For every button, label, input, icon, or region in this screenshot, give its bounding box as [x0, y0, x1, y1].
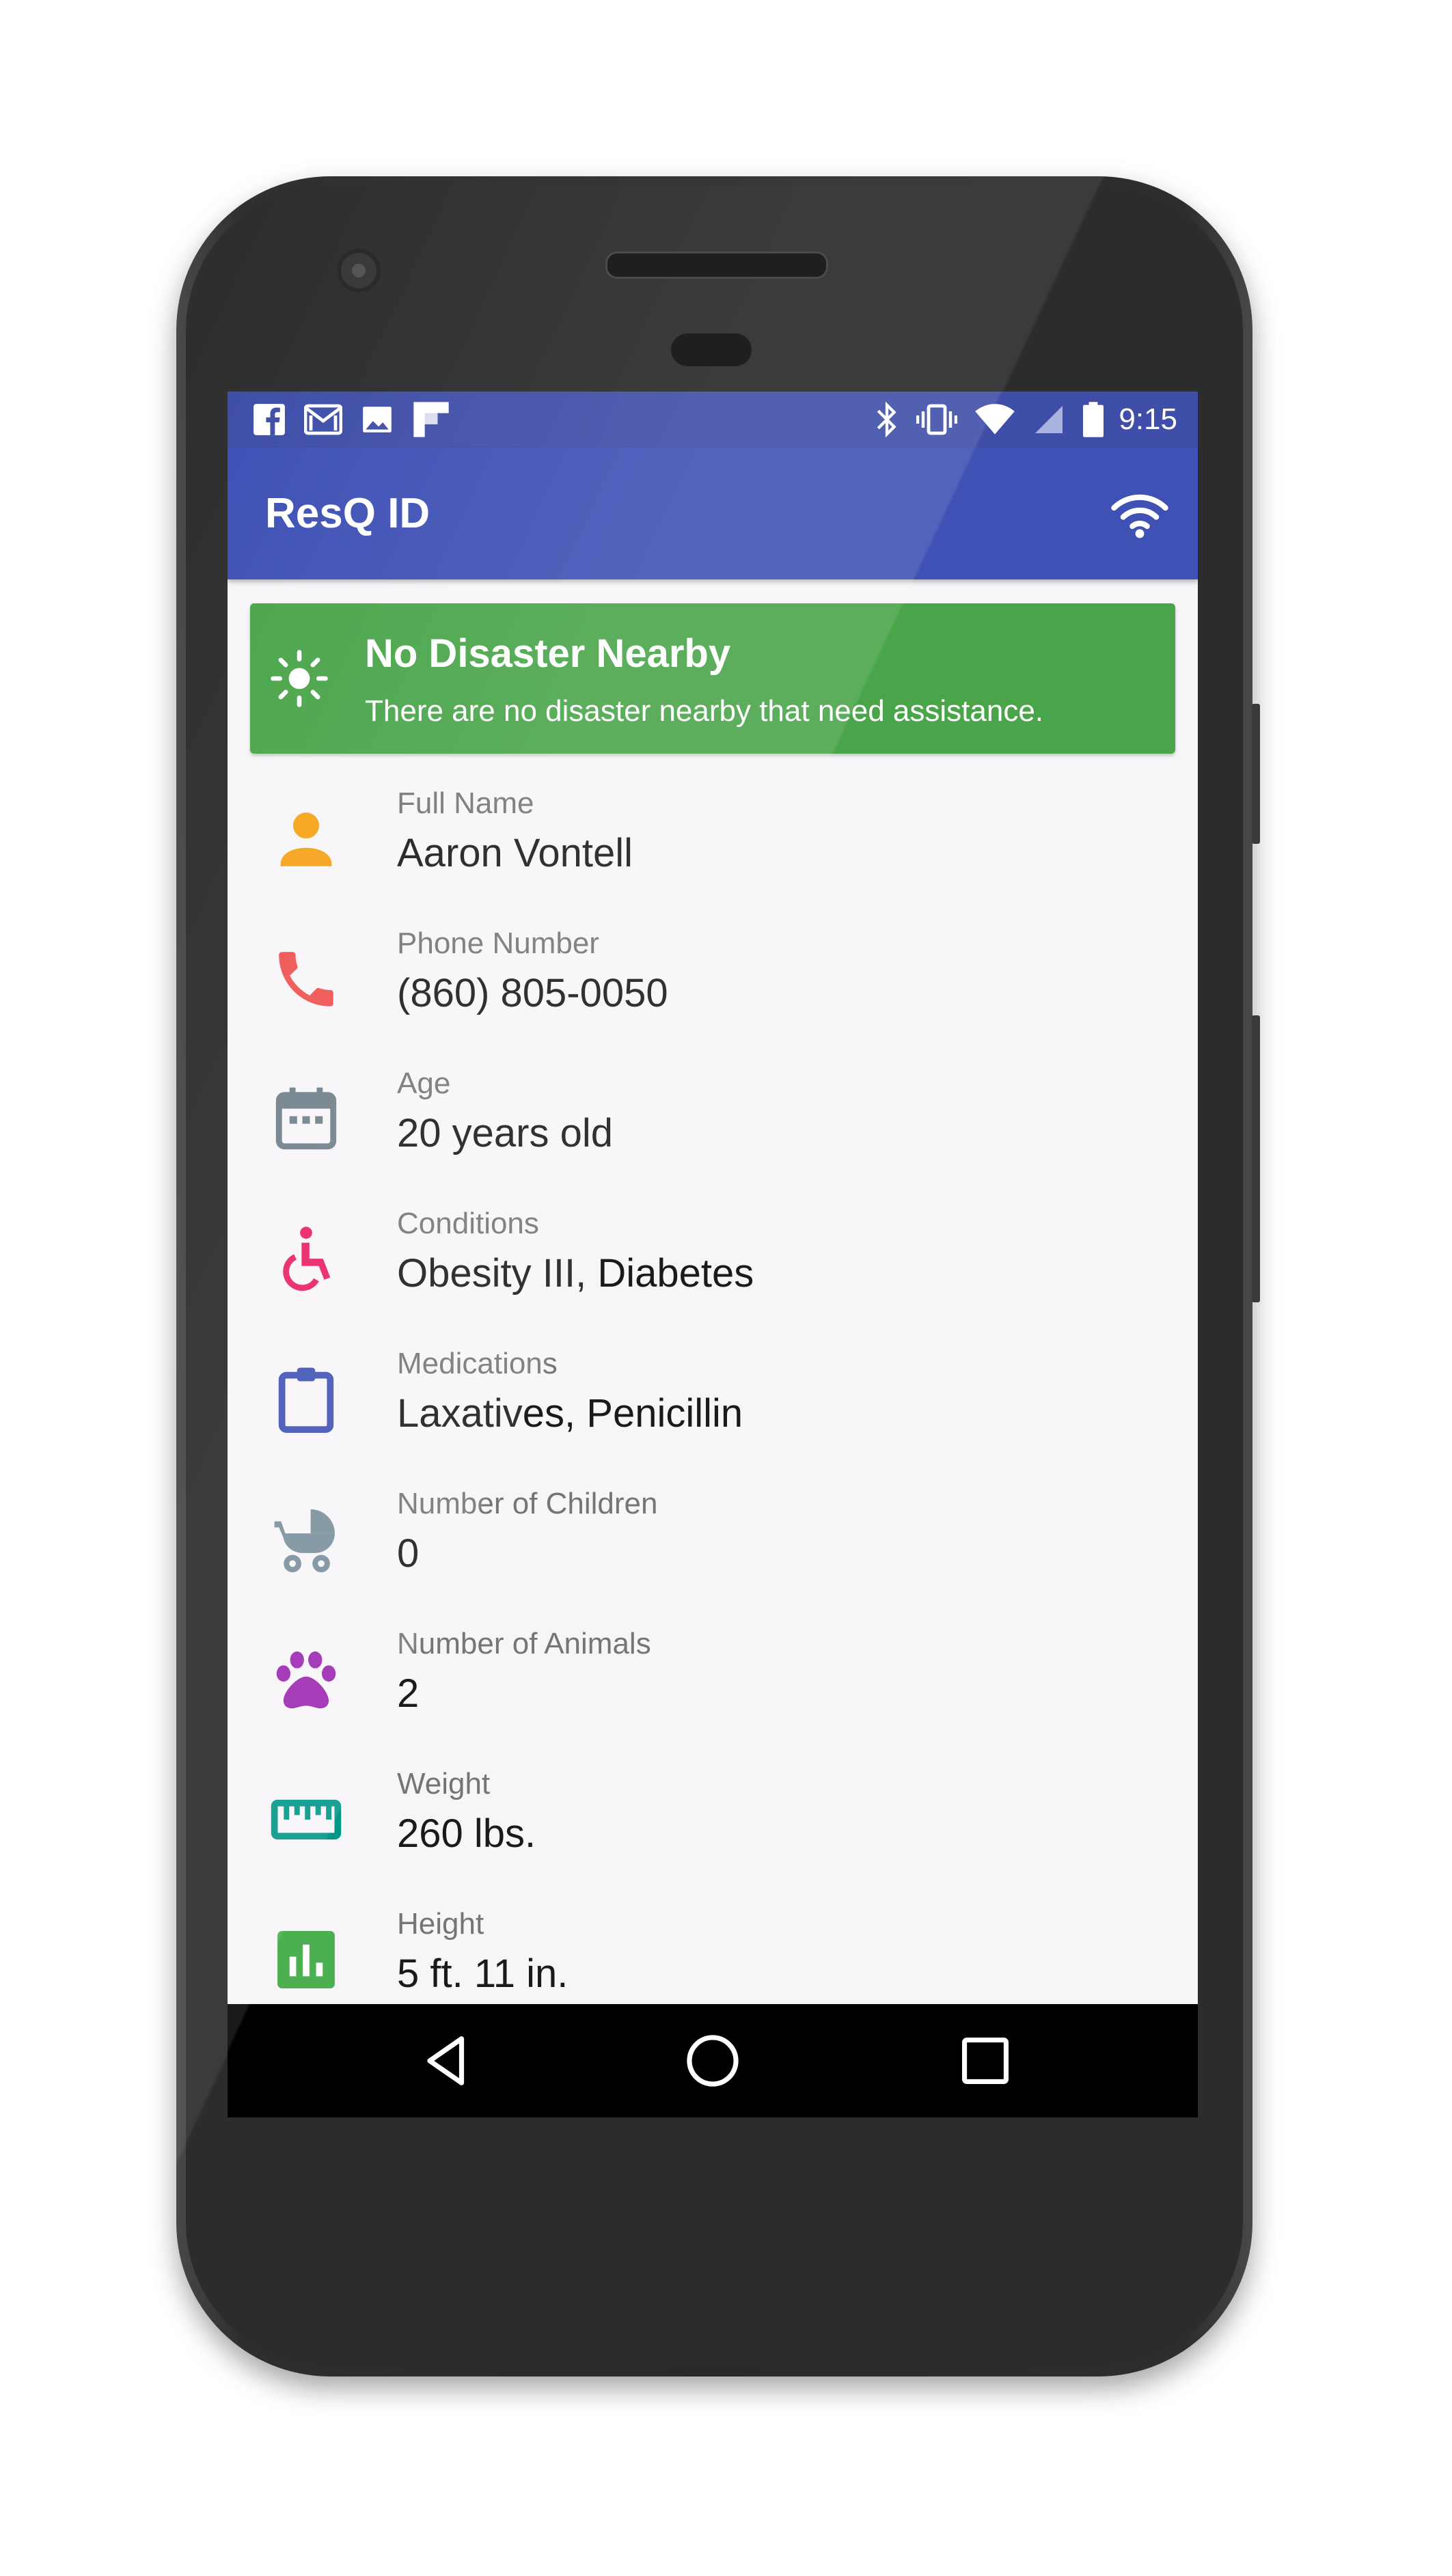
sun-icon: [271, 650, 328, 707]
image-icon: [363, 407, 392, 433]
field-label: Height: [397, 1907, 484, 1941]
screen: 9:15 ResQ ID No Disaster Nearby There ar…: [228, 392, 1198, 2118]
number-of-animals-row[interactable]: Number of Animals 2: [228, 1615, 1198, 1755]
calendar-icon: [275, 1087, 337, 1150]
field-value: Obesity III, Diabetes: [397, 1251, 754, 1296]
app-bar: ResQ ID: [228, 448, 1198, 579]
wheelchair-icon: [283, 1227, 331, 1291]
field-label: Number of Children: [397, 1487, 658, 1520]
power-button: [1252, 704, 1260, 844]
volume-button: [1252, 1015, 1260, 1302]
field-label: Weight: [397, 1767, 491, 1800]
vibrate-icon: [916, 404, 958, 435]
field-label: Phone Number: [397, 927, 599, 960]
banner-message: There are no disaster nearby that need a…: [365, 694, 1044, 728]
stroller-icon: [274, 1509, 335, 1573]
field-value: 2: [397, 1671, 420, 1716]
banner-title: No Disaster Nearby: [365, 631, 731, 676]
status-clock: 9:15: [1119, 402, 1177, 436]
wifi-icon: [975, 404, 1015, 435]
number-of-children-row[interactable]: Number of Children 0: [228, 1475, 1198, 1615]
full-name-row[interactable]: Full Name Aaron Vontell: [228, 774, 1198, 914]
age-row[interactable]: Age 20 years old: [228, 1054, 1198, 1194]
field-value: 260 lbs.: [397, 1811, 536, 1856]
bluetooth-icon: [877, 401, 896, 438]
person-icon: [280, 812, 332, 866]
field-label: Full Name: [397, 786, 534, 820]
notification-icons: [252, 392, 468, 448]
proximity-sensor: [671, 333, 752, 366]
system-icons: 9:15: [858, 392, 1177, 448]
navigation-bar: [228, 2004, 1198, 2118]
field-value: 0: [397, 1531, 420, 1576]
recents-icon[interactable]: [956, 2031, 1015, 2090]
bar-chart-icon: [277, 1931, 335, 1988]
status-bar: 9:15: [228, 392, 1198, 448]
earpiece-speaker: [605, 251, 828, 279]
field-label: Medications: [397, 1347, 558, 1380]
field-label: Number of Animals: [397, 1627, 651, 1660]
medications-row[interactable]: Medications Laxatives, Penicillin: [228, 1334, 1198, 1475]
phone-icon: [279, 952, 333, 1006]
phone-number-row[interactable]: Phone Number (860) 805-0050: [228, 914, 1198, 1054]
flipboard-icon: [413, 402, 449, 437]
field-value: Aaron Vontell: [397, 831, 633, 875]
profile-info-list: Full Name Aaron Vontell Phone Number (86…: [228, 774, 1198, 2035]
field-value: Laxatives, Penicillin: [397, 1391, 743, 1436]
field-label: Conditions: [397, 1207, 539, 1240]
paw-icon: [276, 1651, 336, 1709]
signal-icon: [1035, 406, 1063, 433]
gmail-icon: [304, 404, 342, 435]
field-label: Age: [397, 1067, 451, 1100]
app-title: ResQ ID: [265, 490, 430, 537]
field-value: 20 years old: [397, 1111, 613, 1155]
field-value: 5 ft. 11 in.: [397, 1951, 569, 1996]
battery-icon: [1083, 402, 1104, 437]
conditions-row[interactable]: Conditions Obesity III, Diabetes: [228, 1194, 1198, 1334]
field-value: (860) 805-0050: [397, 971, 668, 1015]
disaster-status-banner[interactable]: No Disaster Nearby There are no disaster…: [250, 603, 1175, 754]
weight-row[interactable]: Weight 260 lbs.: [228, 1755, 1198, 1895]
facebook-icon: [254, 404, 285, 435]
front-camera: [337, 249, 381, 292]
ruler-icon: [271, 1799, 342, 1840]
wifi-icon[interactable]: [1109, 491, 1170, 539]
clipboard-icon: [278, 1367, 334, 1434]
home-icon[interactable]: [683, 2031, 742, 2090]
back-icon[interactable]: [417, 2031, 476, 2090]
